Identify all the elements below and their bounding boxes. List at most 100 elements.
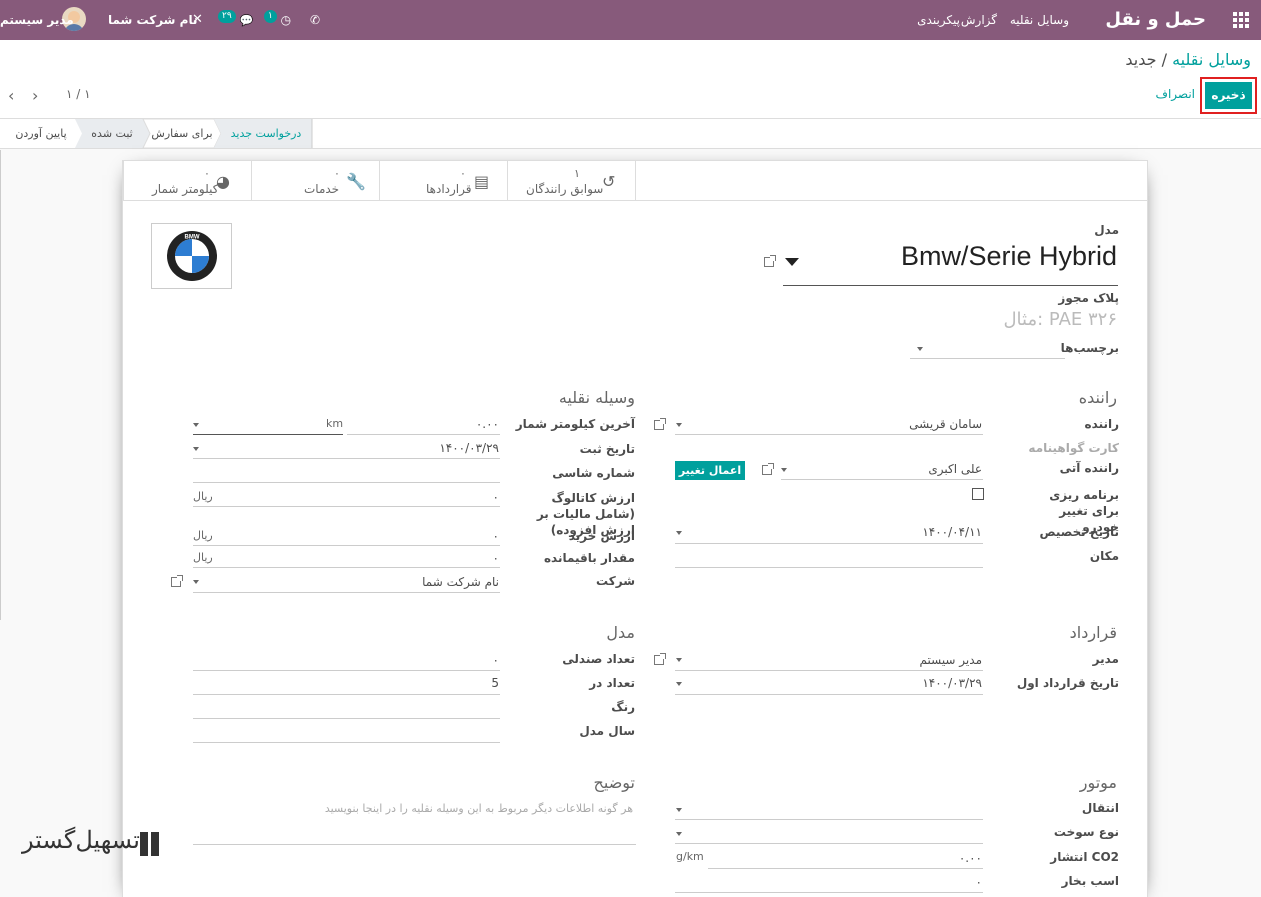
chevron-right-icon[interactable]: › [32,86,38,105]
bmw-logo: BMW [167,231,217,281]
horsepower-field[interactable]: ۰ [976,875,982,889]
breadcrumb-separator: / [1161,50,1167,69]
odometer-label: کیلومتر شمار [152,182,219,196]
description-section-title: توضیح [593,773,635,792]
model-dropdown-caret[interactable] [785,258,799,266]
company-dropdown-caret[interactable] [193,580,199,584]
smart-driver-history[interactable]: ↺ ۱ سوابق رانندگان [507,161,635,201]
first-contract-date-caret[interactable] [676,682,682,686]
co2-field[interactable]: ۰.۰۰ [959,851,982,865]
stage-new-request[interactable]: درخواست جدید [224,119,308,148]
first-contract-date-label: تاریخ قرارداد اول [1016,676,1119,690]
catalog-value-field[interactable]: ۰ [493,490,499,504]
residual-currency: ریال [193,551,213,564]
company-field[interactable]: نام شرکت شما [422,575,499,589]
activity-menu[interactable]: ۱ ◷ [264,0,291,40]
fuel-type-dropdown-caret[interactable] [676,832,682,836]
stage-registered[interactable]: ثبت شده [82,119,142,148]
smart-odometer[interactable]: ◕ ۰ کیلومتر شمار [123,161,251,201]
co2-unit: g/km [676,850,704,863]
doors-field[interactable]: 5 [491,676,499,690]
purchase-value-field[interactable]: ۰ [493,529,499,543]
control-panel: وسایل نقلیه / جدید ذخیره انصراف ۱ / ۱ ‹ … [0,40,1261,119]
stage-downgraded[interactable]: پایین آوردن [8,119,74,148]
registration-date-caret[interactable] [193,447,199,451]
history-icon: ↺ [602,172,616,191]
apps-grid-icon[interactable] [1233,12,1249,28]
smart-contracts[interactable]: ▤ ۰ قراردادها [379,161,507,201]
menu-configuration[interactable]: پیکربندی [917,0,960,40]
future-driver-label: راننده آتی [1059,461,1119,475]
description-textarea[interactable]: هر گونه اطلاعات دیگر مربوط به این وسیله … [325,802,633,815]
seats-field[interactable]: ۰ [493,653,499,667]
smart-services[interactable]: 🔧 ۰ خدمات [251,161,379,201]
breadcrumb: وسایل نقلیه / جدید [1125,50,1251,69]
horsepower-label: اسب بخار [1061,874,1119,888]
first-contract-date-field[interactable]: ۱۴۰۰/۰۳/۲۹ [922,676,982,690]
company-label: شرکت [596,574,635,588]
transmission-dropdown-caret[interactable] [676,808,682,812]
future-driver-external-link-icon[interactable] [762,463,774,475]
co2-label: انتشار CO2 [1050,850,1119,864]
contracts-count: ۰ [460,167,466,180]
discard-button[interactable]: انصراف [1156,87,1195,101]
messages-count-badge: ۲۹ [218,10,236,23]
app-title[interactable]: حمل و نقل [1105,0,1206,40]
smart-button-bar: ↺ ۱ سوابق رانندگان ▤ ۰ قراردادها 🔧 ۰ خدم… [123,161,1147,201]
plan-change-checkbox[interactable] [972,488,984,500]
chevron-left-icon[interactable]: ‹ [8,86,14,105]
assignment-date-caret[interactable] [676,531,682,535]
residual-value-field[interactable]: ۰ [493,551,499,565]
vehicle-image[interactable]: BMW [151,223,232,289]
watermark-logo-icon [138,832,162,862]
breadcrumb-parent[interactable]: وسایل نقلیه [1172,50,1251,69]
clock-icon: ◷ [280,13,292,27]
services-count: ۰ [334,167,340,180]
license-card-label: کارت گواهینامه [1028,441,1119,455]
tags-label: برچسب‌ها [1060,341,1119,355]
license-plate-input[interactable]: مثال: PAE ۳۲۶ [1003,309,1117,330]
save-button[interactable]: ذخیره [1205,82,1252,109]
contract-section-title: قرارداد [1069,623,1117,642]
future-driver-field[interactable]: علی اکبری [928,462,982,476]
manager-dropdown-caret[interactable] [676,658,682,662]
user-menu[interactable]: مدیر سیستم [0,0,74,40]
driver-section-title: راننده [1078,388,1117,407]
model-external-link-icon[interactable] [764,255,776,267]
manager-field[interactable]: مدیر سیستم [920,653,983,667]
messaging-menu[interactable]: ۲۹ 💬 [218,0,253,40]
future-driver-dropdown-caret[interactable] [781,468,787,472]
manager-external-link-icon[interactable] [654,653,666,665]
registration-date-field[interactable]: ۱۴۰۰/۰۳/۲۹ [439,441,499,455]
pager-value[interactable]: ۱ / ۱ [66,87,91,101]
menu-reporting[interactable]: گزارش [961,0,997,40]
purchase-value-label: ارزش خرید [568,529,635,543]
company-external-link-icon[interactable] [171,575,183,587]
stage-to-order[interactable]: برای سفارش [150,119,214,148]
model-label: مدل [1094,223,1119,237]
phone-icon[interactable]: ✆ [310,0,320,40]
odometer-unit-caret[interactable] [193,423,199,427]
purchase-currency: ریال [193,529,213,542]
apply-change-button[interactable]: اعمال تغییر [675,461,745,480]
model-year-label: سال مدل [579,724,635,738]
services-label: خدمات [304,182,340,196]
driver-label: راننده [1084,417,1119,431]
menu-vehicles[interactable]: وسایل نقلیه [1010,0,1069,40]
model-field[interactable]: Bmw/Serie Hybrid [901,241,1117,272]
breadcrumb-current: جدید [1125,50,1157,69]
assignment-date-field[interactable]: ۱۴۰۰/۰۴/۱۱ [922,525,982,539]
contracts-label: قراردادها [426,182,472,196]
seats-label: تعداد صندلی [562,652,635,666]
doors-label: تعداد در [589,676,635,690]
tags-dropdown-caret[interactable] [917,347,923,351]
driver-dropdown-caret[interactable] [676,423,682,427]
chassis-number-label: شماره شاسی [552,466,635,480]
driver-external-link-icon[interactable] [654,418,666,430]
odometer-value[interactable]: ۰.۰۰ [476,417,499,431]
model-section-title: مدل [606,623,635,642]
manager-label: مدیر [1092,652,1119,666]
company-switcher[interactable]: نام شرکت شما [108,0,197,40]
driver-field[interactable]: سامان قریشی [909,417,982,431]
location-label: مکان [1089,549,1119,563]
